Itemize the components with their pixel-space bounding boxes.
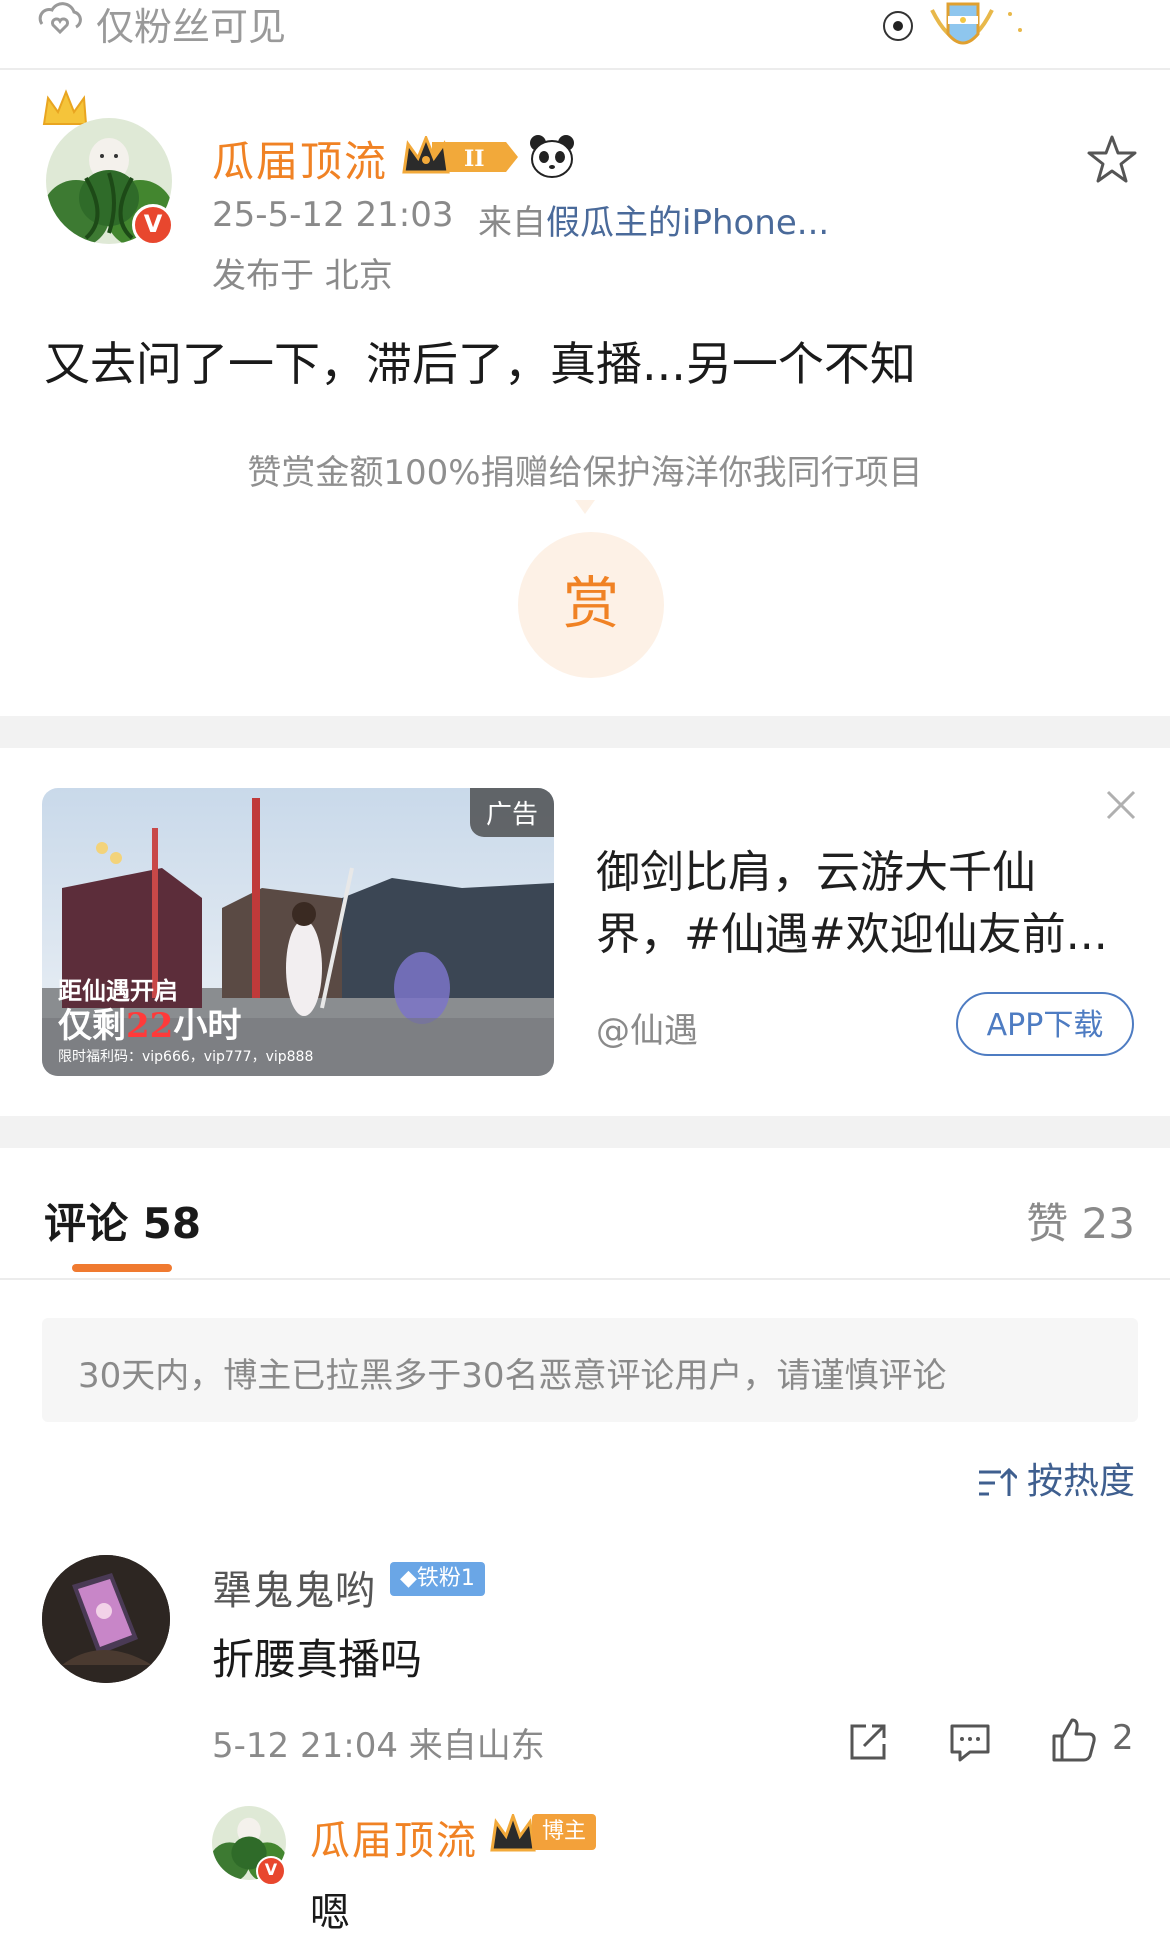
reply-text: 嗯: [310, 1890, 350, 1936]
tab-comments[interactable]: 评论 58: [44, 1190, 201, 1251]
ad-image[interactable]: 广告 距仙遇开启 仅剩22小时 限时福利码：vip666，vip777，vip8…: [42, 788, 554, 1076]
commenter-avatar[interactable]: [42, 1555, 170, 1683]
author-avatar-wrap[interactable]: V: [40, 88, 180, 248]
comment-location: 来自山东: [408, 1726, 545, 1766]
ad-author[interactable]: @仙遇: [596, 1003, 698, 1052]
reward-note: 赞赏金额100%捐赠给保护海洋你我同行项目: [247, 453, 923, 493]
thumbs-up-icon[interactable]: [1050, 1716, 1098, 1764]
reply-author-name[interactable]: 瓜届顶流: [310, 1808, 478, 1866]
app-download-button[interactable]: APP下载: [956, 992, 1134, 1056]
fans-only-icon: [38, 2, 82, 35]
comment-meta: 5-12 21:04 来自山东: [212, 1718, 545, 1767]
reply-icon[interactable]: [948, 1720, 992, 1764]
verified-badge-icon: V: [256, 1856, 286, 1886]
post-source[interactable]: 来自假瓜主的iPhone...: [478, 195, 829, 244]
author-name[interactable]: 瓜届顶流: [212, 128, 388, 189]
comment-notice: 30天内，博主已拉黑多于30名恶意评论用户，请谨慎评论: [42, 1318, 1138, 1422]
comment-like-count: 2: [1112, 1718, 1134, 1758]
level-badge-text: II: [464, 146, 485, 172]
comment-time: 5-12 21:04: [212, 1726, 398, 1766]
source-device[interactable]: 假瓜主的iPhone...: [546, 203, 829, 243]
reward-pointer-icon: [575, 500, 595, 514]
commenter-name[interactable]: 犟鬼鬼哟: [212, 1558, 376, 1616]
sort-button[interactable]: 按热度: [977, 1452, 1135, 1504]
post-location: 发布于 北京: [212, 256, 393, 296]
sort-label: 按热度: [1026, 1461, 1135, 1502]
author-badge: 博主: [532, 1814, 597, 1850]
ad-image-line2: 仅剩22小时: [58, 998, 241, 1047]
post-body: 又去问了一下，滞后了，真播...另一个不知: [44, 337, 916, 391]
divider: [0, 1278, 1170, 1280]
section-divider: [0, 1116, 1170, 1148]
post-time: 25-5-12 21:03: [212, 195, 454, 235]
comment-notice-text: 30天内，博主已拉黑多于30名恶意评论用户，请谨慎评论: [78, 1356, 947, 1396]
crown-icon: [490, 1814, 536, 1852]
ad-text[interactable]: 御剑比肩，云游大千仙界，#仙遇#欢迎仙友前...: [596, 842, 1116, 966]
verified-badge-icon: V: [132, 204, 174, 246]
ad-line2-highlight: 22: [126, 1006, 174, 1046]
reward-button[interactable]: 赏: [518, 532, 664, 678]
favorite-star-icon[interactable]: [1084, 132, 1140, 188]
fan-badge-label: 铁粉1: [416, 1566, 475, 1591]
ad-line2-prefix: 仅剩: [58, 1006, 126, 1046]
phone-photo-avatar-icon: [42, 1555, 170, 1683]
close-icon[interactable]: [1104, 788, 1138, 822]
top-bar: 仅粉丝可见: [0, 0, 1170, 70]
share-icon[interactable]: [846, 1720, 890, 1764]
fan-level-badge: ◆铁粉1: [390, 1562, 485, 1596]
comment-text: 折腰真播吗: [212, 1635, 423, 1684]
section-divider: [0, 716, 1170, 748]
argentina-badge-icon: [883, 2, 1022, 45]
member-level-badge-icon[interactable]: II: [402, 136, 520, 178]
diamond-icon: ◆: [400, 1566, 417, 1591]
tab-likes[interactable]: 赞 23: [1026, 1190, 1135, 1251]
panda-icon: [530, 135, 574, 178]
source-prefix: 来自: [478, 203, 546, 243]
sort-icon: [978, 1467, 1017, 1496]
tab-active-indicator: [72, 1264, 172, 1272]
ad-image-line3: 限时福利码：vip666，vip777，vip888: [58, 1049, 314, 1065]
ad-tag: 广告: [469, 788, 554, 837]
ad-line2-suffix: 小时: [173, 1006, 242, 1046]
visibility-label: 仅粉丝可见: [96, 5, 287, 49]
